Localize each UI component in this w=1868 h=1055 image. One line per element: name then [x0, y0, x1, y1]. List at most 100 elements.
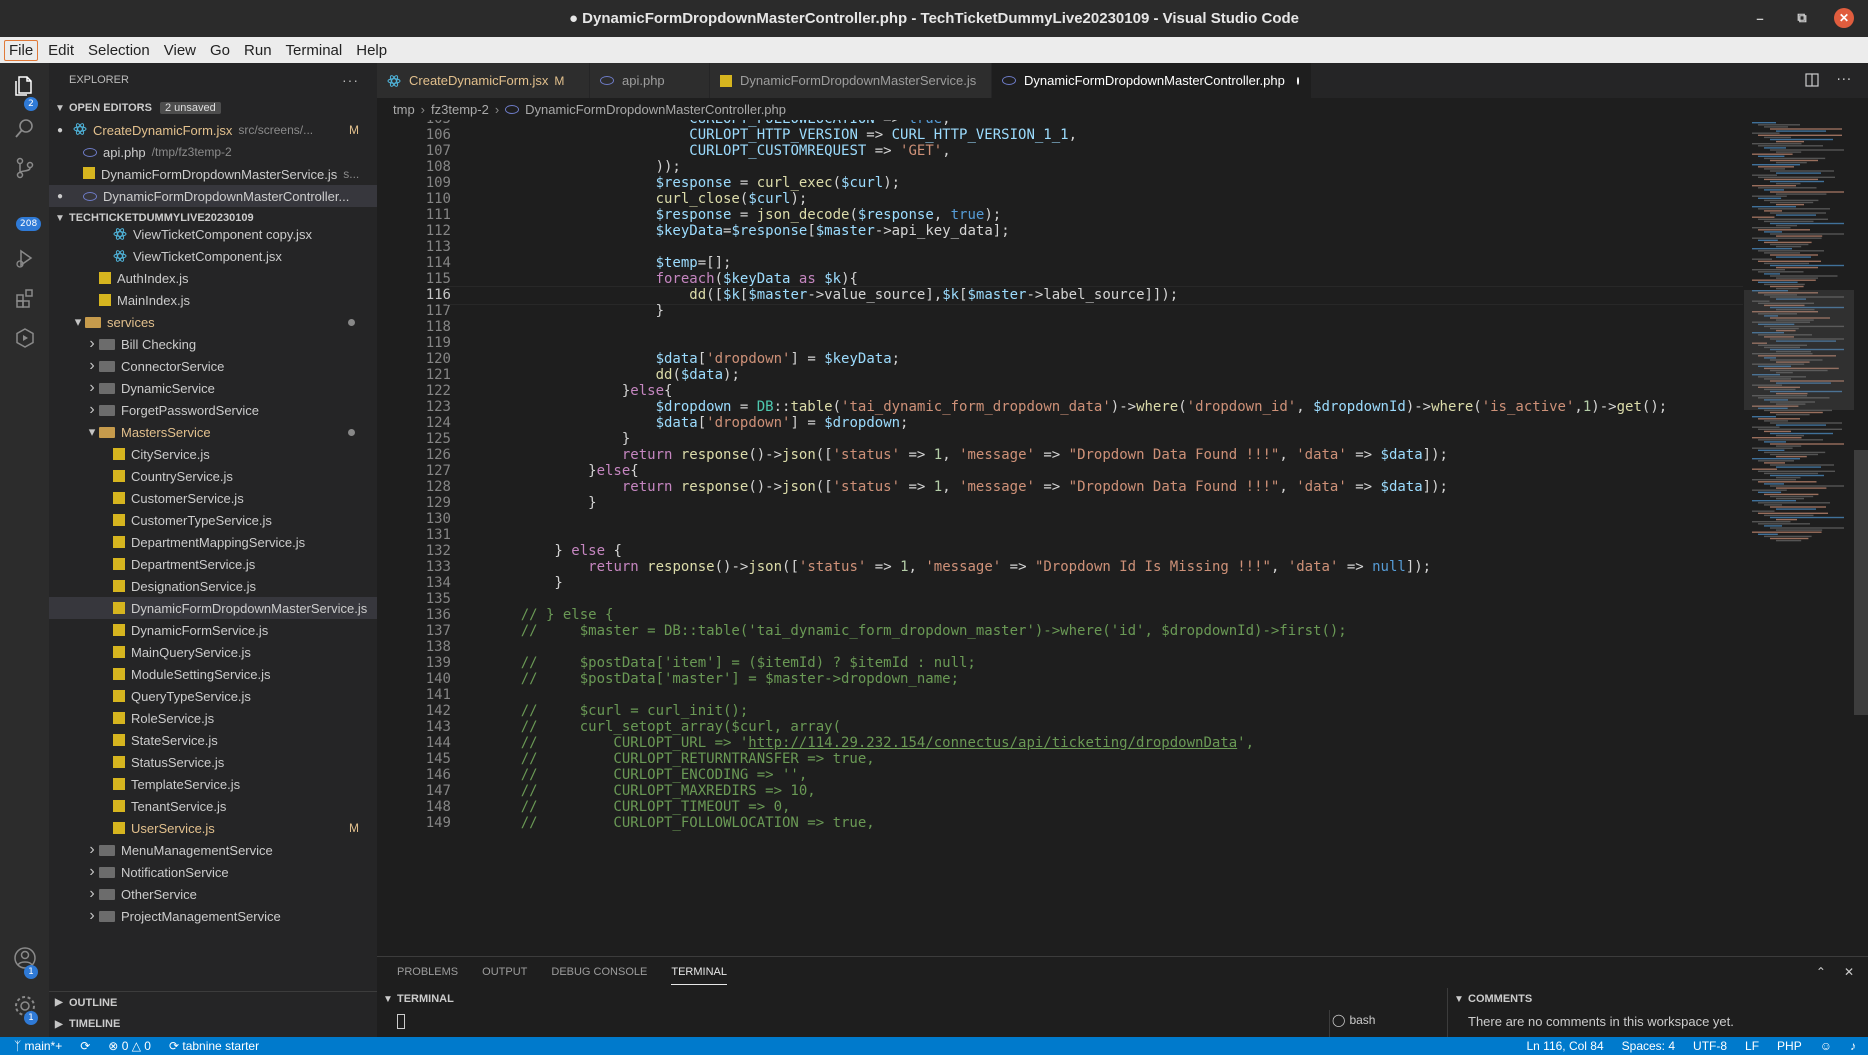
cursor-position[interactable]: Ln 116, Col 84: [1526, 1039, 1603, 1053]
file-item[interactable]: StatusService.js: [49, 751, 377, 773]
problems-item[interactable]: ⊗ 0 △ 0: [108, 1039, 151, 1053]
menu-file[interactable]: File: [4, 39, 39, 61]
breadcrumb-item[interactable]: fz3temp-2: [431, 102, 489, 117]
outline-section[interactable]: ▶ OUTLINE: [49, 991, 377, 1013]
terminal-body[interactable]: [377, 1010, 1447, 1038]
file-item[interactable]: ModuleSettingService.js: [49, 663, 377, 685]
code-line[interactable]: }: [487, 302, 664, 321]
code-line[interactable]: return response()->json(['status' => 1, …: [487, 558, 1431, 577]
open-editor-item[interactable]: ● DynamicFormDropdownMasterController...: [49, 185, 377, 207]
code-line[interactable]: $keyData=$response[$master->api_key_data…: [487, 222, 1010, 241]
code-line[interactable]: // CURLOPT_FOLLOWLOCATION => true,: [487, 814, 875, 833]
encoding[interactable]: UTF-8: [1693, 1039, 1727, 1053]
file-item[interactable]: QueryTypeService.js: [49, 685, 377, 707]
timeline-section[interactable]: ▶ TIMELINE: [49, 1013, 377, 1035]
dirty-dot-icon[interactable]: [1296, 76, 1299, 85]
close-panel-icon[interactable]: ✕: [1844, 965, 1854, 979]
branch-item[interactable]: ᛉ main*+: [14, 1039, 62, 1053]
tab-problems[interactable]: PROBLEMS: [397, 960, 458, 984]
menu-go[interactable]: Go: [206, 41, 234, 60]
folder-item[interactable]: ▾ MastersService: [49, 421, 377, 443]
breadcrumb-item[interactable]: tmp: [393, 102, 415, 117]
code-line[interactable]: return response()->json(['status' => 1, …: [487, 478, 1448, 497]
file-item[interactable]: DepartmentService.js: [49, 553, 377, 575]
chevron-up-icon[interactable]: ⌃: [1816, 965, 1826, 979]
remote-explorer-icon[interactable]: [12, 325, 38, 351]
code-line[interactable]: }: [487, 574, 562, 593]
indentation[interactable]: Spaces: 4: [1622, 1039, 1675, 1053]
language-mode[interactable]: PHP: [1777, 1039, 1802, 1053]
run-debug-icon[interactable]: [12, 245, 38, 271]
sync-icon[interactable]: ⟳: [80, 1039, 90, 1053]
folder-item[interactable]: › NotificationService: [49, 861, 377, 883]
dirty-indicator[interactable]: ●: [49, 191, 69, 202]
editor-tab[interactable]: DynamicFormDropdownMasterService.js: [710, 63, 992, 98]
file-item[interactable]: MainIndex.js: [49, 289, 377, 311]
extensions-icon[interactable]: [12, 285, 38, 311]
file-item[interactable]: CityService.js: [49, 443, 377, 465]
menu-edit[interactable]: Edit: [44, 41, 78, 60]
folder-item[interactable]: › ReportService: [49, 927, 377, 933]
file-item[interactable]: RoleService.js: [49, 707, 377, 729]
more-actions-icon[interactable]: ···: [1837, 73, 1852, 91]
file-item[interactable]: CustomerService.js: [49, 487, 377, 509]
minimap[interactable]: [1744, 120, 1854, 956]
minimize-icon[interactable]: –: [1750, 8, 1770, 28]
tabnine-item[interactable]: ⟳ tabnine starter: [169, 1039, 259, 1053]
open-editor-item[interactable]: ● CreateDynamicForm.jsx src/screens/... M: [49, 119, 377, 141]
terminal-shell-item[interactable]: ◯ bash: [1332, 1013, 1375, 1027]
scrollbar-thumb[interactable]: [1854, 450, 1868, 715]
file-item[interactable]: DepartmentMappingService.js: [49, 531, 377, 553]
source-control-icon[interactable]: [12, 155, 38, 181]
code-line[interactable]: // $master = DB::table('tai_dynamic_form…: [487, 622, 1347, 641]
editor-tab[interactable]: api.php: [590, 63, 710, 98]
open-editor-item[interactable]: DynamicFormDropdownMasterService.js s...: [49, 163, 377, 185]
code-line[interactable]: // $postData['master'] = $master->dropdo…: [487, 670, 959, 689]
open-editor-item[interactable]: api.php/tmp/fz3temp-2: [49, 141, 377, 163]
explorer-icon[interactable]: [12, 73, 38, 99]
comments-header[interactable]: ▼ COMMENTS: [1448, 988, 1868, 1010]
close-icon[interactable]: ✕: [1834, 8, 1854, 28]
file-item[interactable]: DynamicFormDropdownMasterService.js: [49, 597, 377, 619]
end-of-line[interactable]: LF: [1745, 1039, 1759, 1053]
folder-item[interactable]: › Bill Checking: [49, 333, 377, 355]
feedback-icon[interactable]: ☺: [1820, 1039, 1832, 1053]
file-item[interactable]: AuthIndex.js: [49, 267, 377, 289]
file-item[interactable]: UserService.js M: [49, 817, 377, 839]
split-editor-icon[interactable]: [1804, 73, 1819, 91]
maximize-icon[interactable]: ⧉: [1792, 8, 1812, 28]
folder-item[interactable]: ▾ services: [49, 311, 377, 333]
open-editors-header[interactable]: ▼ OPEN EDITORS 2 unsaved: [49, 97, 377, 119]
menu-view[interactable]: View: [160, 41, 200, 60]
code-line[interactable]: }: [487, 494, 596, 513]
menu-selection[interactable]: Selection: [84, 41, 154, 60]
menu-run[interactable]: Run: [240, 41, 276, 60]
folder-item[interactable]: › OtherService: [49, 883, 377, 905]
folder-item[interactable]: › ForgetPasswordService: [49, 399, 377, 421]
menu-help[interactable]: Help: [352, 41, 391, 60]
minimap-viewport[interactable]: [1744, 290, 1854, 410]
editor-tab[interactable]: CreateDynamicForm.jsx M: [377, 63, 590, 98]
dirty-indicator[interactable]: ●: [49, 125, 69, 136]
search-icon[interactable]: [12, 115, 38, 141]
menu-terminal[interactable]: Terminal: [282, 41, 347, 60]
folder-item[interactable]: › ConnectorService: [49, 355, 377, 377]
file-item[interactable]: MainQueryService.js: [49, 641, 377, 663]
folder-item[interactable]: › ProjectManagementService: [49, 905, 377, 927]
tab-output[interactable]: OUTPUT: [482, 960, 527, 984]
breadcrumb-item[interactable]: DynamicFormDropdownMasterController.php: [525, 102, 786, 117]
file-item[interactable]: CustomerTypeService.js: [49, 509, 377, 531]
file-item[interactable]: DesignationService.js: [49, 575, 377, 597]
file-item[interactable]: CountryService.js: [49, 465, 377, 487]
tab-debug-console[interactable]: DEBUG CONSOLE: [551, 960, 647, 984]
more-actions-icon[interactable]: ···: [342, 72, 359, 88]
file-item[interactable]: DynamicFormService.js: [49, 619, 377, 641]
code-editor[interactable]: 1051061071081091101111121131141151161171…: [377, 120, 1868, 956]
vertical-scrollbar[interactable]: [1854, 120, 1868, 956]
file-item[interactable]: ViewTicketComponent.jsx: [49, 245, 377, 267]
notifications-bell-icon[interactable]: ♪: [1850, 1039, 1856, 1053]
file-item[interactable]: ViewTicketComponent copy.jsx: [49, 223, 377, 245]
file-item[interactable]: TemplateService.js: [49, 773, 377, 795]
file-item[interactable]: StateService.js: [49, 729, 377, 751]
folder-item[interactable]: › DynamicService: [49, 377, 377, 399]
